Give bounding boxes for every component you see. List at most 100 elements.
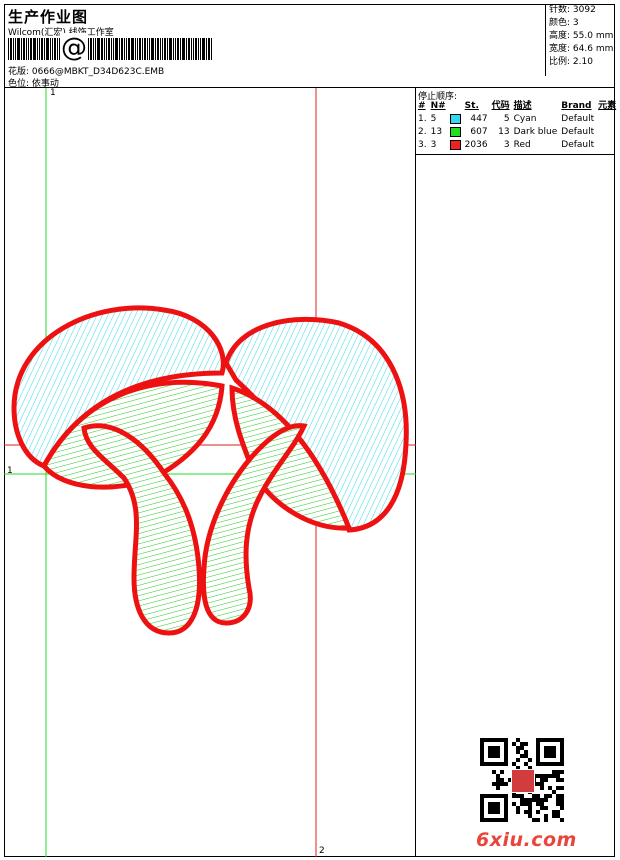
barcode-bar — [126, 38, 127, 60]
barcode-bar — [208, 38, 210, 60]
table-row: 3. 3 2036 3 Red Default — [418, 139, 595, 150]
barcode-bar — [113, 38, 114, 60]
barcode-bar — [206, 38, 207, 60]
barcode-bar — [17, 38, 20, 60]
barcode-bar — [195, 38, 197, 60]
barcode-bar — [193, 38, 194, 60]
guide-marker-bottom: 2 — [319, 846, 325, 856]
embroidery-preview — [4, 88, 416, 857]
barcode-bar — [95, 38, 96, 60]
barcode-bar — [37, 38, 38, 60]
column-header: St. — [464, 101, 479, 111]
barcode-bar — [57, 38, 58, 60]
barcode-bar — [149, 38, 150, 60]
barcode-bar — [39, 38, 40, 60]
barcode-bar — [162, 38, 163, 60]
design-stats: 针数: 3092 颜色: 3 高度: 55.0 mm 宽度: 64.6 mm 比… — [545, 4, 615, 76]
barcode-bar — [104, 38, 105, 60]
barcode-bar — [54, 38, 56, 60]
barcode-bar — [198, 38, 199, 60]
stat-scale: 比例: 2.10 — [549, 57, 593, 67]
color-swatch — [449, 126, 461, 137]
barcode-bar — [173, 38, 174, 60]
color-sequence-table: # N# St. 代码 描述 Brand 元素 1. 5 447 5 Cyan … — [416, 100, 618, 152]
barcode-bar — [88, 38, 89, 60]
table-row: 2. 13 607 13 Dark blue Default — [418, 126, 595, 137]
barcode-bar — [167, 38, 168, 60]
table-header-row: # N# St. 代码 描述 Brand 元素 — [416, 100, 618, 113]
barcode-bar — [28, 38, 29, 60]
panel-divider — [416, 154, 615, 155]
barcode-bar — [13, 38, 14, 60]
barcode-bar — [188, 38, 190, 60]
stat-height: 高度: 55.0 mm — [549, 31, 614, 41]
stat-width: 宽度: 64.6 mm — [549, 44, 614, 54]
barcode-bar — [50, 38, 51, 60]
color-swatch — [449, 113, 461, 124]
barcode-bar — [211, 38, 212, 60]
barcode-bar — [137, 38, 138, 60]
barcode-bar — [10, 38, 12, 60]
column-header — [448, 100, 463, 113]
barcode — [8, 38, 213, 60]
worksheet-header: 生产作业图 Wilcom(汇宏) 线饰工作室 @ 花版: 0666@MBKT_D… — [4, 4, 615, 89]
barcode-bar — [30, 38, 32, 60]
design-canvas: 1 1 2 — [4, 88, 416, 857]
barcode-bar — [90, 38, 92, 60]
mushroom-embroidery — [11, 305, 409, 636]
barcode-bar — [182, 38, 185, 60]
barcode-bar — [142, 38, 143, 60]
barcode-bar — [175, 38, 176, 60]
barcode-bar — [111, 38, 112, 60]
column-header: 描述 — [513, 101, 532, 111]
barcode-bar — [160, 38, 161, 60]
stat-stitches: 针数: 3092 — [549, 5, 596, 15]
barcode-bar — [108, 38, 110, 60]
barcode-bar — [128, 38, 130, 60]
barcode-bar — [106, 38, 107, 60]
column-header: 代码 — [491, 101, 510, 111]
seal-stamp — [511, 769, 535, 793]
barcode-bar — [119, 38, 120, 60]
guide-marker-top: 1 — [50, 88, 56, 98]
barcode-bar — [115, 38, 118, 60]
column-header: Brand — [561, 101, 592, 111]
barcode-bar — [93, 38, 94, 60]
right-stem — [200, 423, 308, 626]
page-title: 生产作业图 — [8, 8, 89, 26]
barcode-bar — [186, 38, 187, 60]
barcode-bar — [177, 38, 179, 60]
barcode-bar — [155, 38, 156, 60]
barcode-bar — [101, 38, 103, 60]
barcode-bar — [124, 38, 125, 60]
barcode-bar — [135, 38, 136, 60]
barcode-bar — [52, 38, 53, 60]
barcode-bar — [202, 38, 205, 60]
barcode-bar — [157, 38, 159, 60]
barcode-bar — [147, 38, 148, 60]
barcode-bar — [15, 38, 16, 60]
column-header: N# — [430, 101, 446, 111]
barcode-bar — [131, 38, 134, 60]
barcode-bar — [23, 38, 25, 60]
watermark-site: 6xiu.com — [476, 829, 577, 851]
barcode-bar — [8, 38, 9, 60]
barcode-bar — [180, 38, 181, 60]
barcode-bar — [21, 38, 22, 60]
barcode-bar — [191, 38, 192, 60]
barcode-bar — [97, 38, 100, 60]
guide-marker-left: 1 — [7, 466, 13, 476]
barcode-bar — [121, 38, 123, 60]
barcode-bar — [33, 38, 36, 60]
barcode-bar — [164, 38, 166, 60]
color-swatch — [449, 139, 461, 150]
table-row: 1. 5 447 5 Cyan Default — [418, 113, 595, 124]
column-header: # — [418, 101, 426, 111]
column-header: 元素 — [598, 101, 617, 111]
barcode-bar — [144, 38, 146, 60]
barcode-bar — [26, 38, 27, 60]
barcode-bar — [169, 38, 172, 60]
barcode-bar — [139, 38, 141, 60]
barcode-bar — [46, 38, 49, 60]
barcode-bar — [41, 38, 43, 60]
